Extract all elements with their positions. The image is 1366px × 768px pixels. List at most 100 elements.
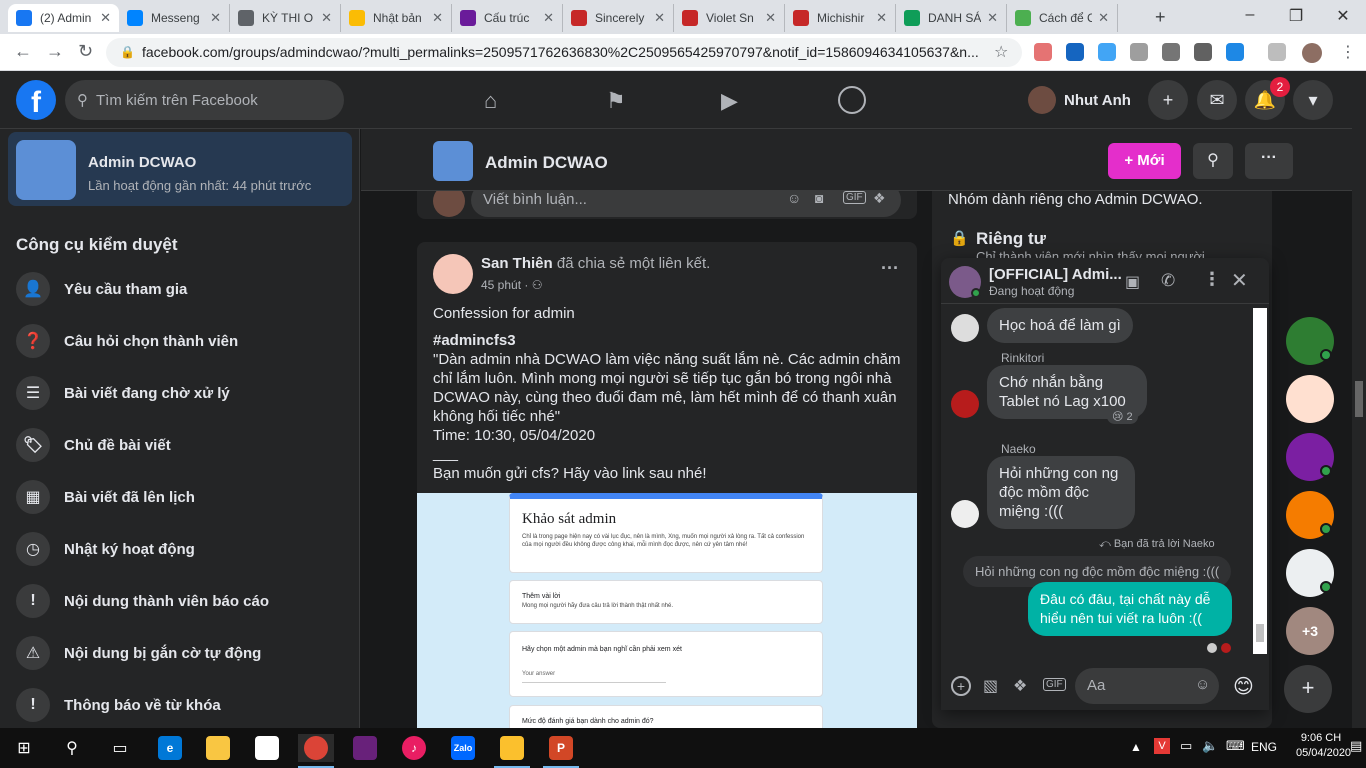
message-input[interactable]: Aa ☺ xyxy=(1075,668,1219,704)
account-menu-chevron-down-icon[interactable]: ▾ xyxy=(1293,80,1333,120)
tray-app-icon[interactable]: V xyxy=(1154,738,1170,754)
page-scrollbar[interactable] xyxy=(1352,71,1366,728)
profile-avatar[interactable] xyxy=(1302,43,1322,63)
comment-input[interactable]: Viết bình luận... ☺ ◙ GIF ❖ xyxy=(471,191,901,217)
post-time[interactable]: 45 phút · ⚇ xyxy=(481,278,542,292)
tab-close-icon[interactable]: ✕ xyxy=(987,10,998,26)
edge-icon[interactable]: e xyxy=(152,734,188,762)
browser-tab[interactable]: KỲ THI O ✕ xyxy=(230,4,341,32)
browser-tab[interactable]: Nhật bản ✕ xyxy=(341,4,452,32)
tab-close-icon[interactable]: ✕ xyxy=(765,10,776,26)
store-icon[interactable] xyxy=(249,734,285,762)
photo-icon[interactable]: ▧ xyxy=(983,676,998,696)
url-input[interactable]: 🔒 facebook.com/groups/admindcwao/?multi_… xyxy=(106,38,1022,67)
music-app-icon[interactable]: ♪ xyxy=(396,734,432,762)
browser-tab[interactable]: DANH SÁ ✕ xyxy=(896,4,1007,32)
post-author[interactable]: San Thiên xyxy=(481,255,553,272)
post-options-icon[interactable]: ··· xyxy=(881,258,899,279)
group-card[interactable]: Admin DCWAO Lần hoạt động gần nhất: 44 p… xyxy=(8,132,352,206)
new-tab-button[interactable]: + xyxy=(1155,7,1166,28)
facebook-logo[interactable]: f xyxy=(16,80,56,120)
search-icon[interactable]: ⚲ xyxy=(1193,143,1233,179)
task-view-icon[interactable]: ▭ xyxy=(102,734,138,762)
scrollbar-thumb[interactable] xyxy=(1256,624,1264,642)
tab-close-icon[interactable]: ✕ xyxy=(210,10,221,26)
close-window-icon[interactable]: ✕ xyxy=(1333,6,1353,26)
tab-close-icon[interactable]: ✕ xyxy=(321,10,332,26)
forward-icon[interactable]: → xyxy=(46,41,64,62)
volume-icon[interactable]: 🔈 xyxy=(1202,738,1218,754)
contact-avatar[interactable] xyxy=(1286,375,1334,423)
more-options-icon[interactable]: ··· xyxy=(1245,143,1293,179)
reaction-badge[interactable]: 😢 2 xyxy=(1107,409,1138,424)
browser-tab[interactable]: (2) Admin ✕ xyxy=(8,4,119,32)
chat-header[interactable]: [OFFICIAL] Admi... Đang hoạt động ▣ ✆ ⋮ … xyxy=(941,258,1269,304)
sidebar-item[interactable]: ❓ Câu hỏi chọn thành viên xyxy=(16,323,238,359)
emoji-icon[interactable]: ☺ xyxy=(787,191,801,206)
scrollbar-thumb[interactable] xyxy=(1355,381,1363,417)
new-message-plus-icon[interactable]: + xyxy=(1284,665,1332,713)
quick-emoji-icon[interactable]: 😊 xyxy=(1233,674,1254,699)
tab-close-icon[interactable]: ✕ xyxy=(654,10,665,26)
extension-icon[interactable] xyxy=(1130,43,1148,61)
create-plus-icon[interactable]: + xyxy=(1148,80,1188,120)
home-icon[interactable]: ⌂ xyxy=(484,88,497,114)
tab-close-icon[interactable]: ✕ xyxy=(432,10,443,26)
windows-start-icon[interactable]: ⊞ xyxy=(6,734,42,762)
more-chats-bubble[interactable]: +3 xyxy=(1286,607,1334,655)
chat-options-icon[interactable]: ⋮ xyxy=(1203,269,1221,290)
new-post-button[interactable]: + Mới xyxy=(1108,143,1181,179)
tray-chevron-up-icon[interactable]: ▲ xyxy=(1130,740,1142,754)
zalo-icon[interactable]: Zalo xyxy=(445,734,481,762)
browser-tab[interactable]: Sincerely ✕ xyxy=(563,4,674,32)
video-call-icon[interactable]: ▣ xyxy=(1125,272,1140,292)
sticky-notes-icon[interactable] xyxy=(494,734,530,762)
back-icon[interactable]: ← xyxy=(14,41,32,62)
browser-tab[interactable]: Cách để C ✕ xyxy=(1007,4,1118,32)
groups-icon[interactable] xyxy=(838,86,866,114)
profile-link[interactable]: Nhut Anh xyxy=(1028,86,1131,114)
close-icon[interactable]: ✕ xyxy=(1231,268,1248,293)
messenger-icon[interactable]: ✉ xyxy=(1197,80,1237,120)
sidebar-item[interactable]: ⚠ Nội dung bị gắn cờ tự động xyxy=(16,635,261,671)
file-explorer-icon[interactable] xyxy=(200,734,236,762)
powerpoint-icon[interactable]: P xyxy=(543,734,579,762)
search-input[interactable]: ⚲ Tìm kiếm trên Facebook xyxy=(65,80,344,120)
keyboard-icon[interactable]: ⌨ xyxy=(1226,738,1245,754)
language-indicator[interactable]: ENG xyxy=(1251,740,1277,754)
browser-tab[interactable]: Violet Sn ✕ xyxy=(674,4,785,32)
sidebar-item[interactable]: 🏷 Chủ đề bài viết xyxy=(16,427,171,463)
clock[interactable]: 9:06 CH 05/04/2020 xyxy=(1296,732,1351,759)
pages-flag-icon[interactable]: ⚑ xyxy=(606,88,626,114)
tab-close-icon[interactable]: ✕ xyxy=(1098,10,1109,26)
sidebar-item[interactable]: ☰ Bài viết đang chờ xử lý xyxy=(16,375,230,411)
bookmark-star-icon[interactable]: ☆ xyxy=(994,42,1008,62)
gif-icon[interactable]: GIF xyxy=(843,191,866,204)
browser-tab[interactable]: Michishir ✕ xyxy=(785,4,896,32)
extension-icon[interactable] xyxy=(1194,43,1212,61)
link-preview-image[interactable]: Khảo sát admin Chỉ là trong page hiện na… xyxy=(417,493,917,728)
extension-icon[interactable] xyxy=(1226,43,1244,61)
extension-icon[interactable] xyxy=(1034,43,1052,61)
phone-call-icon[interactable]: ✆ xyxy=(1161,271,1175,291)
extension-icon[interactable] xyxy=(1098,43,1116,61)
post-hashtag[interactable]: #admincfs3 xyxy=(433,331,516,350)
sidebar-item[interactable]: ▦ Bài viết đã lên lịch xyxy=(16,479,195,515)
tab-close-icon[interactable]: ✕ xyxy=(876,10,887,26)
sidebar-item[interactable]: ◷ Nhật ký hoạt động xyxy=(16,531,195,567)
network-icon[interactable]: ▭ xyxy=(1180,738,1192,754)
sidebar-item[interactable]: 👤 Yêu cầu tham gia xyxy=(16,271,187,307)
visual-studio-icon[interactable] xyxy=(347,734,383,762)
camera-icon[interactable]: ◙ xyxy=(815,191,823,206)
chrome-menu-icon[interactable]: ⋮ xyxy=(1340,42,1356,62)
chat-scrollbar[interactable] xyxy=(1253,308,1267,654)
tab-close-icon[interactable]: ✕ xyxy=(543,10,554,26)
action-center-icon[interactable]: ▤ xyxy=(1350,738,1362,754)
extension-icon[interactable] xyxy=(1066,43,1084,61)
emoji-icon[interactable]: ☺ xyxy=(1195,676,1210,693)
browser-tab[interactable]: Cấu trúc ✕ xyxy=(452,4,563,32)
avatar[interactable] xyxy=(433,254,473,294)
extension-icon[interactable] xyxy=(1268,43,1286,61)
sidebar-item[interactable]: ! Nội dung thành viên báo cáo xyxy=(16,583,269,619)
sticker-icon[interactable]: ❖ xyxy=(873,191,886,207)
